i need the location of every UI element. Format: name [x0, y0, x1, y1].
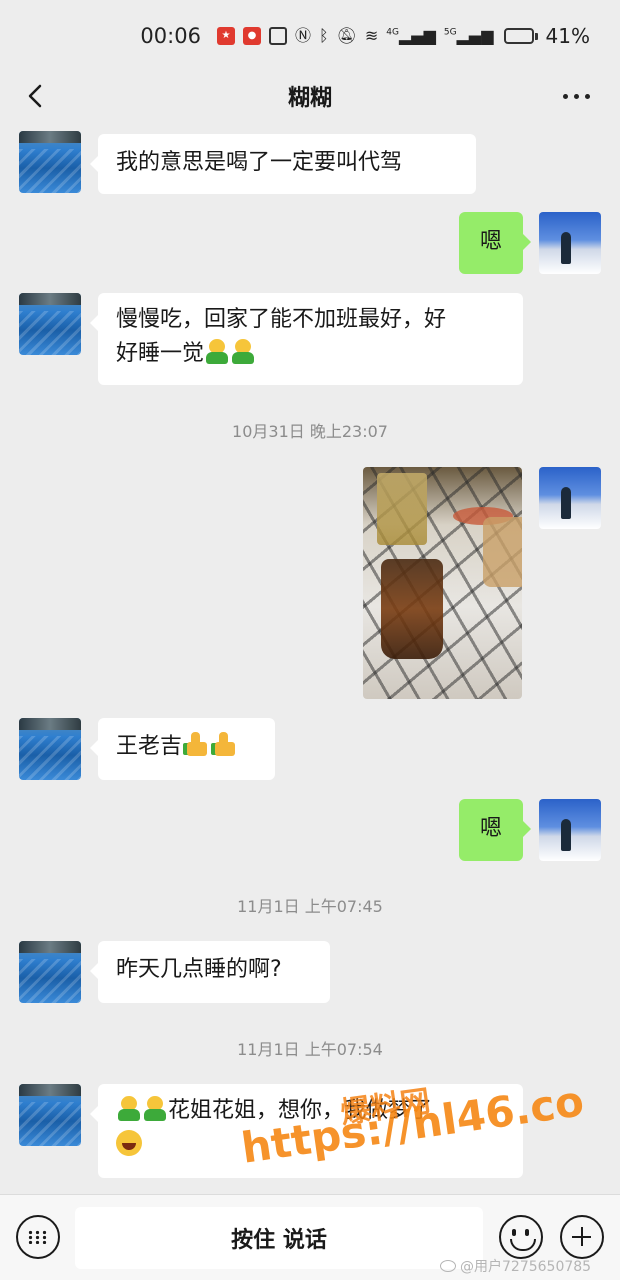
- shrug-emoji-icon: [143, 1096, 167, 1122]
- plus-icon[interactable]: [560, 1215, 604, 1259]
- message-text: 王老吉: [116, 734, 183, 759]
- nfc-icon: Ⓝ: [294, 26, 311, 45]
- bluetooth-icon: ᛒ: [318, 26, 329, 45]
- mute-icon: 🔕︎: [336, 26, 357, 45]
- message-text: 我的意思是喝了一定要叫代驾: [116, 150, 403, 175]
- chat-header: 糊糊: [0, 72, 620, 120]
- message-text: 嗯: [479, 229, 502, 254]
- battery-percent: 41%: [545, 24, 590, 48]
- contact-avatar[interactable]: [19, 131, 81, 193]
- message-text: 嗯: [479, 816, 502, 841]
- message-bubble-sent[interactable]: 嗯: [459, 799, 531, 861]
- laughing-emoji-icon: [116, 1130, 142, 1156]
- contact-avatar[interactable]: [19, 293, 81, 355]
- message-timestamp: 11月1日 上午07:45: [237, 897, 383, 916]
- notification-mail-icon: [268, 27, 287, 45]
- message-bubble-sent[interactable]: 嗯: [459, 212, 531, 274]
- signal-icon-1: 4G▂▄▆: [386, 26, 436, 45]
- notification-app-icon: ★: [216, 27, 235, 45]
- message-bubble-received[interactable]: 昨天几点睡的啊?: [90, 941, 330, 1003]
- keyboard-icon[interactable]: [16, 1215, 60, 1259]
- message-bubble-received[interactable]: 慢慢吃，回家了能不加班最好，好 好睡一觉: [90, 293, 523, 385]
- hold-to-talk-button[interactable]: 按住 说话: [75, 1207, 483, 1269]
- message-text-line-2: 好睡一觉: [116, 337, 505, 371]
- contact-avatar[interactable]: [19, 941, 81, 1003]
- status-time: 00:06: [140, 24, 201, 48]
- photo-content-glass: [377, 473, 427, 545]
- chat-title: 糊糊: [287, 86, 332, 111]
- shrug-emoji-icon: [231, 339, 255, 365]
- my-avatar[interactable]: [539, 799, 601, 861]
- battery-icon: [503, 28, 538, 44]
- shrug-emoji-icon: [117, 1096, 141, 1122]
- shrug-emoji-icon: [205, 339, 229, 365]
- contact-avatar[interactable]: [19, 1084, 81, 1146]
- photo-content-drink: [381, 559, 443, 659]
- more-options-icon[interactable]: [563, 94, 590, 99]
- back-arrow-icon[interactable]: [22, 82, 50, 110]
- message-bubble-received[interactable]: 我的意思是喝了一定要叫代驾: [90, 134, 476, 194]
- message-timestamp: 11月1日 上午07:54: [237, 1040, 383, 1059]
- message-text: 昨天几点睡的啊?: [116, 957, 282, 982]
- photo-content-basket: [483, 517, 522, 587]
- message-text-line: 慢慢吃，回家了能不加班最好，好: [116, 307, 447, 332]
- status-bar: 00:06 ★ ● Ⓝ ᛒ 🔕︎ ≋ 4G▂▄▆ 5G▂▄▆ 41%: [0, 0, 620, 72]
- thumbs-up-emoji-icon: [183, 732, 209, 758]
- wifi-icon: ≋: [364, 26, 379, 45]
- notification-app-icon-2: ●: [242, 27, 261, 45]
- message-timestamp: 10月31日 晚上23:07: [232, 422, 388, 441]
- emoji-icon[interactable]: [499, 1215, 543, 1259]
- my-avatar[interactable]: [539, 212, 601, 274]
- weibo-icon: [440, 1260, 456, 1272]
- photo-message[interactable]: [363, 467, 522, 699]
- signal-icon-2: 5G▂▄▆: [443, 26, 494, 45]
- source-credit: @用户7275650785: [440, 1256, 591, 1276]
- my-avatar[interactable]: [539, 467, 601, 529]
- thumbs-up-emoji-icon: [211, 732, 237, 758]
- message-bubble-received[interactable]: 王老吉: [90, 718, 275, 780]
- contact-avatar[interactable]: [19, 718, 81, 780]
